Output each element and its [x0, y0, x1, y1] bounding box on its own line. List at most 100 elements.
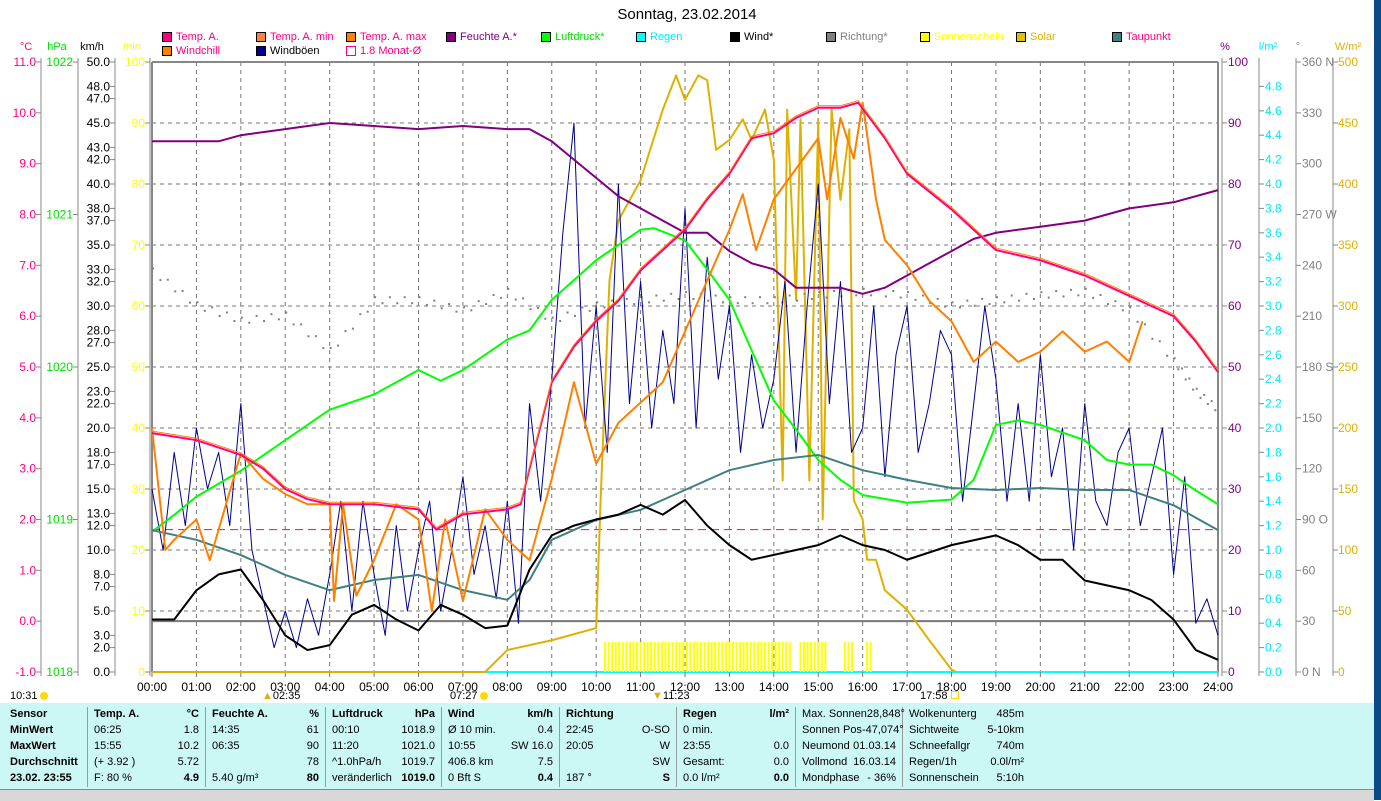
axis-tick-label: 32.0 — [87, 275, 111, 289]
axis-tick-label: 5.0 — [19, 360, 36, 374]
direction-point — [551, 316, 554, 319]
summary-row: F: 80 % 4.9 — [94, 771, 199, 787]
direction-point — [662, 299, 665, 302]
summary-label: 0.0 l/m² — [683, 772, 720, 784]
axis-unit-pressure: hPa — [47, 41, 67, 53]
direction-point — [425, 303, 428, 306]
summary-value: 1018.9 — [401, 724, 435, 736]
axis-tick-label: 1021 — [46, 208, 73, 222]
axis-tick-label: 37.0 — [87, 214, 111, 228]
summary-label: Temp. A. — [94, 708, 140, 720]
axis-tick-label: 330 — [1302, 106, 1322, 120]
summary-row: Max. Sonnen 28,848° — [802, 707, 905, 723]
direction-point — [351, 327, 354, 330]
x-tick-label: 24:00 — [1203, 680, 1233, 694]
summary-value: 1019.7 — [401, 756, 435, 768]
axis-tick-label: 90 O — [1302, 513, 1328, 527]
summary-label: Schneefallgr — [909, 740, 971, 752]
x-tick-label: 15:00 — [803, 680, 833, 694]
moonrise-label: 02:35 — [272, 690, 301, 702]
summary-row: Sonnenschein 5:10h — [909, 771, 1024, 787]
direction-point — [907, 291, 910, 294]
summary-label: Wolkenunterg — [909, 708, 977, 720]
summary-label: 11:20 — [332, 740, 359, 752]
axis-tick-label: 4.2 — [1265, 153, 1282, 167]
direction-point — [314, 335, 317, 338]
summary-label: Regen/1h — [909, 756, 957, 768]
sunrise-label: 07:27 — [450, 690, 478, 702]
axis-tick-label: 30 — [1228, 482, 1242, 496]
axis-tick-label: 9.0 — [19, 157, 36, 171]
summary-value: 0.4 — [537, 772, 553, 784]
direction-point — [226, 311, 229, 314]
summary-label: 5.40 g/m³ — [212, 772, 259, 784]
x-tick-label: 00:00 — [137, 680, 167, 694]
axis-tick-label: 4.8 — [1265, 79, 1282, 93]
axis-tick-label: 120 — [1302, 462, 1322, 476]
direction-point — [388, 296, 391, 299]
axis-tick-label: 250 — [1338, 360, 1358, 374]
direction-point — [211, 306, 214, 309]
axis-tick-label: 1018 — [46, 665, 73, 679]
axis-tick-label: 0 — [1228, 665, 1235, 679]
summary-column: Temp. A. °C 06:25 1.8 15:55 10.2 (+ 3.92 ) 5.72… — [88, 707, 206, 787]
direction-point — [366, 310, 369, 313]
axis-tick-label: 50.0 — [87, 55, 111, 69]
summary-row: Luftdruck hPa — [332, 707, 435, 723]
x-tick-label: 21:00 — [1070, 680, 1100, 694]
direction-point — [958, 306, 961, 309]
summary-row: 23.02. 23:55 — [10, 771, 81, 787]
axis-tick-label: 25.0 — [87, 360, 111, 374]
summary-row: 06:35 90 — [212, 739, 319, 755]
axis-tick-label: 150 — [1338, 482, 1358, 496]
direction-point — [1136, 320, 1139, 323]
summary-label: Sonnen Pos — [802, 724, 862, 736]
x-tick-label: 10:00 — [581, 680, 611, 694]
direction-point — [1143, 323, 1146, 326]
direction-point — [240, 316, 243, 319]
summary-label: Neumond — [802, 740, 850, 752]
summary-value: hPa — [414, 708, 435, 720]
summary-label: Max. Sonnen — [802, 708, 867, 720]
direction-point — [707, 299, 710, 302]
summary-row: (+ 3.92 ) 5.72 — [94, 755, 199, 771]
direction-point — [1166, 354, 1169, 357]
summary-value: S — [662, 772, 670, 784]
summary-label: Feuchte A. — [212, 708, 268, 720]
summary-row: veränderlich 1019.0 — [332, 771, 435, 787]
direction-point — [300, 323, 303, 326]
summary-value: 5-10km — [987, 724, 1024, 736]
axis-tick-label: 4.0 — [19, 411, 36, 425]
axis-tick-label: 22.0 — [87, 397, 111, 411]
direction-point — [1192, 388, 1195, 391]
summary-column: Sensor MinWert MaxWert Durchschnitt 23.02. 2… — [4, 707, 88, 787]
direction-point — [788, 294, 791, 297]
direction-point — [440, 307, 443, 310]
direction-point — [374, 296, 377, 299]
axis-tick-label: 210 — [1302, 309, 1322, 323]
summary-row: 0 Bft S 0.4 — [448, 771, 553, 787]
summary-label: F: 80 % — [94, 772, 132, 784]
summary-label: 23:55 — [683, 740, 711, 752]
axis-tick-label: 10 — [132, 604, 146, 618]
direction-point — [892, 290, 895, 293]
summary-row: 0 min. — [683, 723, 789, 739]
summary-value: - 36% — [867, 772, 896, 784]
direction-point — [1210, 400, 1213, 403]
direction-point — [603, 306, 606, 309]
summary-panel: Sensor MinWert MaxWert Durchschnitt 23.02. 2… — [0, 703, 1374, 789]
direction-point — [581, 306, 584, 309]
summary-label: Vollmond — [802, 756, 848, 768]
axis-tick-label: 100 — [1338, 543, 1358, 557]
axis-tick-label: 17.0 — [87, 458, 111, 472]
axis-tick-label: 0.0 — [1265, 665, 1282, 679]
direction-point — [766, 302, 769, 305]
direction-point — [448, 303, 451, 305]
summary-label: Wind — [448, 708, 475, 720]
summary-label: 187 ° — [566, 772, 592, 784]
axis-tick-label: 20 — [1228, 543, 1242, 557]
direction-point — [433, 299, 436, 302]
direction-point — [418, 296, 421, 299]
moonrise-icon: ▲ — [262, 690, 273, 702]
direction-point — [1032, 297, 1035, 300]
